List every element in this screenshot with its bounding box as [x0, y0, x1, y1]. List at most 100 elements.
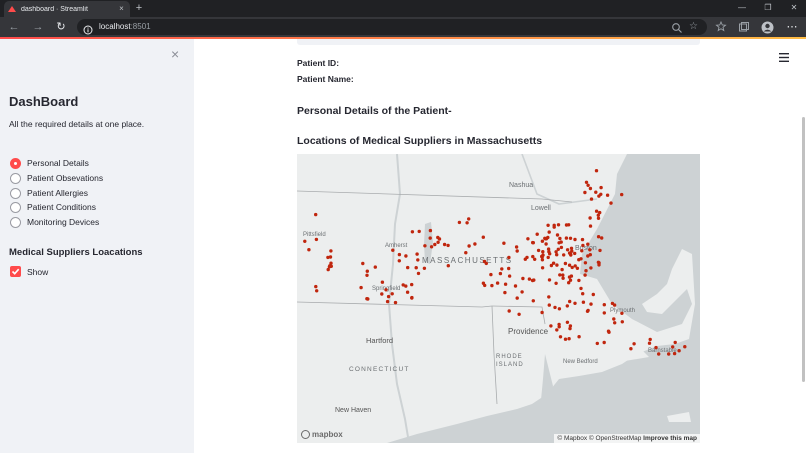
supplier-point — [405, 290, 410, 294]
supplier-point — [554, 281, 558, 285]
supplier-point — [365, 269, 369, 273]
supplier-point — [609, 201, 613, 205]
supplier-point — [465, 221, 469, 225]
radio-personal-details[interactable]: Personal Details — [10, 157, 89, 169]
forward-button[interactable]: → — [31, 20, 45, 34]
supplier-point — [648, 337, 652, 342]
supplier-point — [556, 223, 561, 227]
supplier-point — [525, 255, 529, 260]
show-checkbox[interactable]: Show — [10, 266, 48, 277]
supplier-point — [329, 249, 333, 253]
supplier-point — [673, 340, 677, 345]
sidebar-close-icon[interactable]: × — [171, 47, 179, 61]
profile-avatar-icon[interactable] — [760, 20, 774, 34]
supplier-point — [564, 223, 569, 227]
supplier-point — [654, 345, 658, 350]
attribution-text[interactable]: © Mapbox © OpenStreetMap — [557, 435, 641, 442]
browser-menu-button[interactable]: ⋯ — [785, 20, 799, 34]
supplier-point — [598, 210, 602, 215]
supplier-point — [561, 276, 565, 280]
supplier-point — [433, 242, 437, 247]
supplier-point — [380, 292, 384, 296]
supplier-point — [555, 253, 559, 257]
supplier-point — [417, 229, 421, 234]
supplier-point — [531, 299, 535, 303]
supplier-point — [442, 242, 447, 247]
supplier-map[interactable]: Nashua Lowell Pittsfield Amherst MASSACH… — [297, 154, 700, 443]
supplier-point — [410, 230, 415, 234]
supplier-point — [558, 236, 562, 241]
supplier-point — [586, 308, 590, 313]
checkbox-checked-icon[interactable] — [10, 266, 21, 277]
supplier-point — [473, 242, 477, 246]
page-scrollbar[interactable] — [802, 117, 805, 382]
label-rhode-island-2: ISLAND — [496, 362, 524, 368]
label-barnstable: Barnstable — [648, 348, 677, 354]
supplier-point — [579, 286, 583, 291]
supplier-point — [581, 243, 585, 248]
radio-unselected-icon[interactable] — [10, 216, 21, 228]
supplier-point — [657, 352, 661, 356]
supplier-point — [397, 259, 401, 263]
collections-icon[interactable] — [737, 20, 751, 34]
new-tab-button[interactable]: + — [133, 2, 145, 14]
address-bar[interactable]: localhost:8501 ☆ — [77, 19, 707, 35]
supplier-point — [507, 266, 511, 271]
supplier-point — [329, 264, 333, 268]
reload-button[interactable]: ↻ — [54, 20, 68, 34]
supplier-point — [423, 244, 427, 248]
supplier-point — [671, 345, 675, 349]
browser-toolbar: ← → ↻ localhost:8501 ☆ ⋯ — [0, 17, 806, 37]
supplier-point — [315, 289, 319, 293]
supplier-point — [612, 303, 617, 307]
show-checkbox-label: Show — [27, 266, 49, 277]
supplier-point — [490, 283, 494, 288]
supplier-point — [515, 296, 519, 300]
supplier-point — [416, 258, 420, 262]
map-canvas[interactable]: Nashua Lowell Pittsfield Amherst MASSACH… — [297, 154, 700, 443]
tab-close-icon[interactable]: × — [117, 5, 126, 13]
zoom-icon[interactable] — [671, 21, 683, 33]
supplier-point — [359, 285, 363, 290]
supplier-point — [547, 230, 551, 234]
browser-tab[interactable]: dashboard · Streamlit × — [4, 1, 130, 17]
supplier-point — [428, 236, 432, 240]
radio-monitoring-devices[interactable]: Monitoring Devices — [10, 216, 99, 228]
back-button[interactable]: ← — [7, 20, 21, 34]
hamburger-menu-icon[interactable] — [779, 49, 789, 62]
radio-unselected-icon[interactable] — [10, 201, 21, 213]
radio-unselected-icon[interactable] — [10, 172, 21, 184]
supplier-point — [393, 300, 398, 305]
url-port: :8501 — [130, 22, 151, 31]
supplier-point — [366, 297, 370, 301]
favorites-icon[interactable] — [714, 20, 728, 34]
supplier-point — [410, 295, 414, 300]
supplier-point — [429, 245, 434, 249]
restore-button[interactable]: ❐ — [756, 1, 780, 15]
site-info-icon[interactable] — [83, 22, 93, 35]
supplier-point — [591, 292, 595, 297]
radio-selected-icon[interactable] — [10, 157, 21, 169]
supplier-point — [573, 251, 577, 256]
url-text[interactable]: localhost:8501 — [99, 21, 151, 33]
radio-unselected-icon[interactable] — [10, 187, 21, 199]
label-massachusetts: MASSACHUSETTS — [422, 256, 513, 265]
supplier-point — [397, 252, 402, 257]
bookmark-star-icon[interactable]: ☆ — [689, 19, 698, 35]
supplier-point — [577, 335, 581, 339]
supplier-point — [556, 247, 560, 251]
supplier-point — [547, 295, 551, 299]
sidebar-title: DashBoard — [9, 94, 79, 109]
supplier-point — [502, 241, 506, 245]
supplier-point — [526, 237, 530, 241]
minimize-button[interactable]: — — [730, 1, 754, 15]
supplier-point — [416, 271, 421, 276]
improve-map-link[interactable]: Improve this map — [643, 435, 697, 442]
mapbox-logo[interactable]: mapbox — [301, 430, 343, 439]
close-window-button[interactable]: ✕ — [782, 1, 806, 15]
radio-patient-allergies[interactable]: Patient Allergies — [10, 187, 88, 199]
supplier-point — [314, 212, 318, 217]
label-lowell: Lowell — [531, 205, 551, 212]
radio-patient-observations[interactable]: Patient Obsevations — [10, 172, 103, 184]
radio-patient-conditions[interactable]: Patient Conditions — [10, 201, 96, 213]
